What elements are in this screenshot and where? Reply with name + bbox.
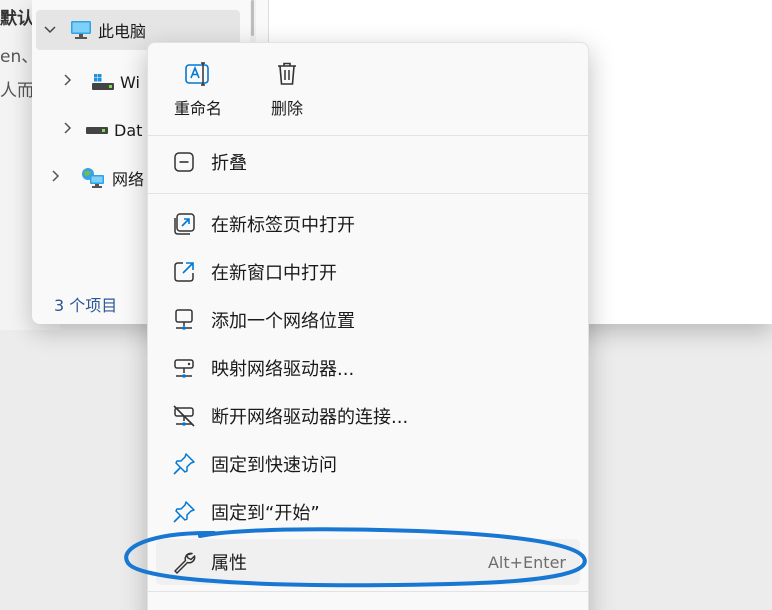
menu-item-label: 折叠 — [211, 153, 247, 174]
menu-separator — [148, 135, 588, 136]
menu-item-open-new-window[interactable]: 在新窗口中打开 — [156, 249, 580, 295]
menu-item-label: 映射网络驱动器... — [211, 359, 355, 380]
status-bar-item-count: 3 个项目 — [54, 296, 118, 315]
context-menu: 重命名 删除 折叠 在新标签页中打开 在新窗口中打开 添加一个网络位置 映射网络… — [147, 42, 589, 610]
map-drive-icon — [170, 356, 198, 380]
network-icon — [80, 166, 106, 190]
trash-icon — [252, 61, 322, 87]
menu-item-map-network-drive[interactable]: 映射网络驱动器... — [156, 345, 580, 391]
pin-icon — [170, 452, 198, 476]
chevron-down-icon[interactable] — [36, 23, 64, 38]
menu-item-open-new-tab[interactable]: 在新标签页中打开 — [156, 201, 580, 247]
delete-button[interactable]: 删除 — [252, 57, 322, 127]
quick-actions-bar: 重命名 删除 — [148, 43, 588, 133]
tree-item-network[interactable]: 网络 — [42, 158, 144, 198]
scrollbar-thumb[interactable] — [251, 0, 254, 36]
tree-item-label: 此电脑 — [98, 22, 147, 41]
keyboard-shortcut: Alt+Enter — [487, 552, 566, 572]
tree-item-drive-c[interactable]: Wi — [54, 62, 140, 102]
background-text-line: 默认 — [0, 9, 34, 29]
open-new-window-icon — [170, 260, 198, 284]
windows-drive-icon — [92, 73, 116, 91]
menu-item-pin-to-start[interactable]: 固定到“开始” — [156, 489, 580, 535]
menu-item-add-network-location[interactable]: 添加一个网络位置 — [156, 297, 580, 343]
rename-icon — [163, 61, 233, 87]
menu-item-label: 属性 — [211, 553, 247, 574]
tree-item-drive-d[interactable]: Dat — [54, 110, 142, 150]
tree-item-label: 网络 — [112, 170, 145, 189]
drive-icon — [86, 126, 108, 134]
new-tab-icon — [170, 212, 198, 236]
menu-item-label: 在新标签页中打开 — [211, 215, 355, 236]
menu-item-properties[interactable]: 属性 Alt+Enter — [156, 539, 580, 585]
menu-item-label: 添加一个网络位置 — [211, 311, 355, 332]
network-location-icon — [170, 308, 198, 332]
computer-icon — [70, 20, 92, 40]
menu-item-label: 断开网络驱动器的连接... — [211, 407, 409, 428]
pin-start-icon — [170, 500, 198, 524]
chevron-right-icon[interactable] — [54, 74, 82, 90]
rename-label: 重命名 — [173, 99, 222, 118]
menu-item-label: 固定到“开始” — [211, 503, 320, 524]
collapse-icon — [170, 150, 198, 174]
menu-item-disconnect-network-drive[interactable]: 断开网络驱动器的连接... — [156, 393, 580, 439]
disconnect-drive-icon — [170, 404, 198, 428]
menu-separator — [148, 193, 588, 194]
tree-item-label: Dat — [114, 120, 143, 140]
menu-item-label: 在新窗口中打开 — [211, 263, 337, 284]
menu-item-label: 固定到快速访问 — [211, 455, 337, 476]
menu-item-pin-quick-access[interactable]: 固定到快速访问 — [156, 441, 580, 487]
delete-label: 删除 — [270, 99, 303, 118]
tree-item-label: Wi — [120, 72, 140, 92]
menu-separator — [148, 591, 588, 592]
menu-item-collapse[interactable]: 折叠 — [156, 139, 580, 185]
wrench-icon — [170, 550, 198, 574]
chevron-right-icon[interactable] — [42, 170, 70, 186]
rename-button[interactable]: 重命名 — [163, 57, 233, 127]
chevron-right-icon[interactable] — [54, 122, 82, 138]
